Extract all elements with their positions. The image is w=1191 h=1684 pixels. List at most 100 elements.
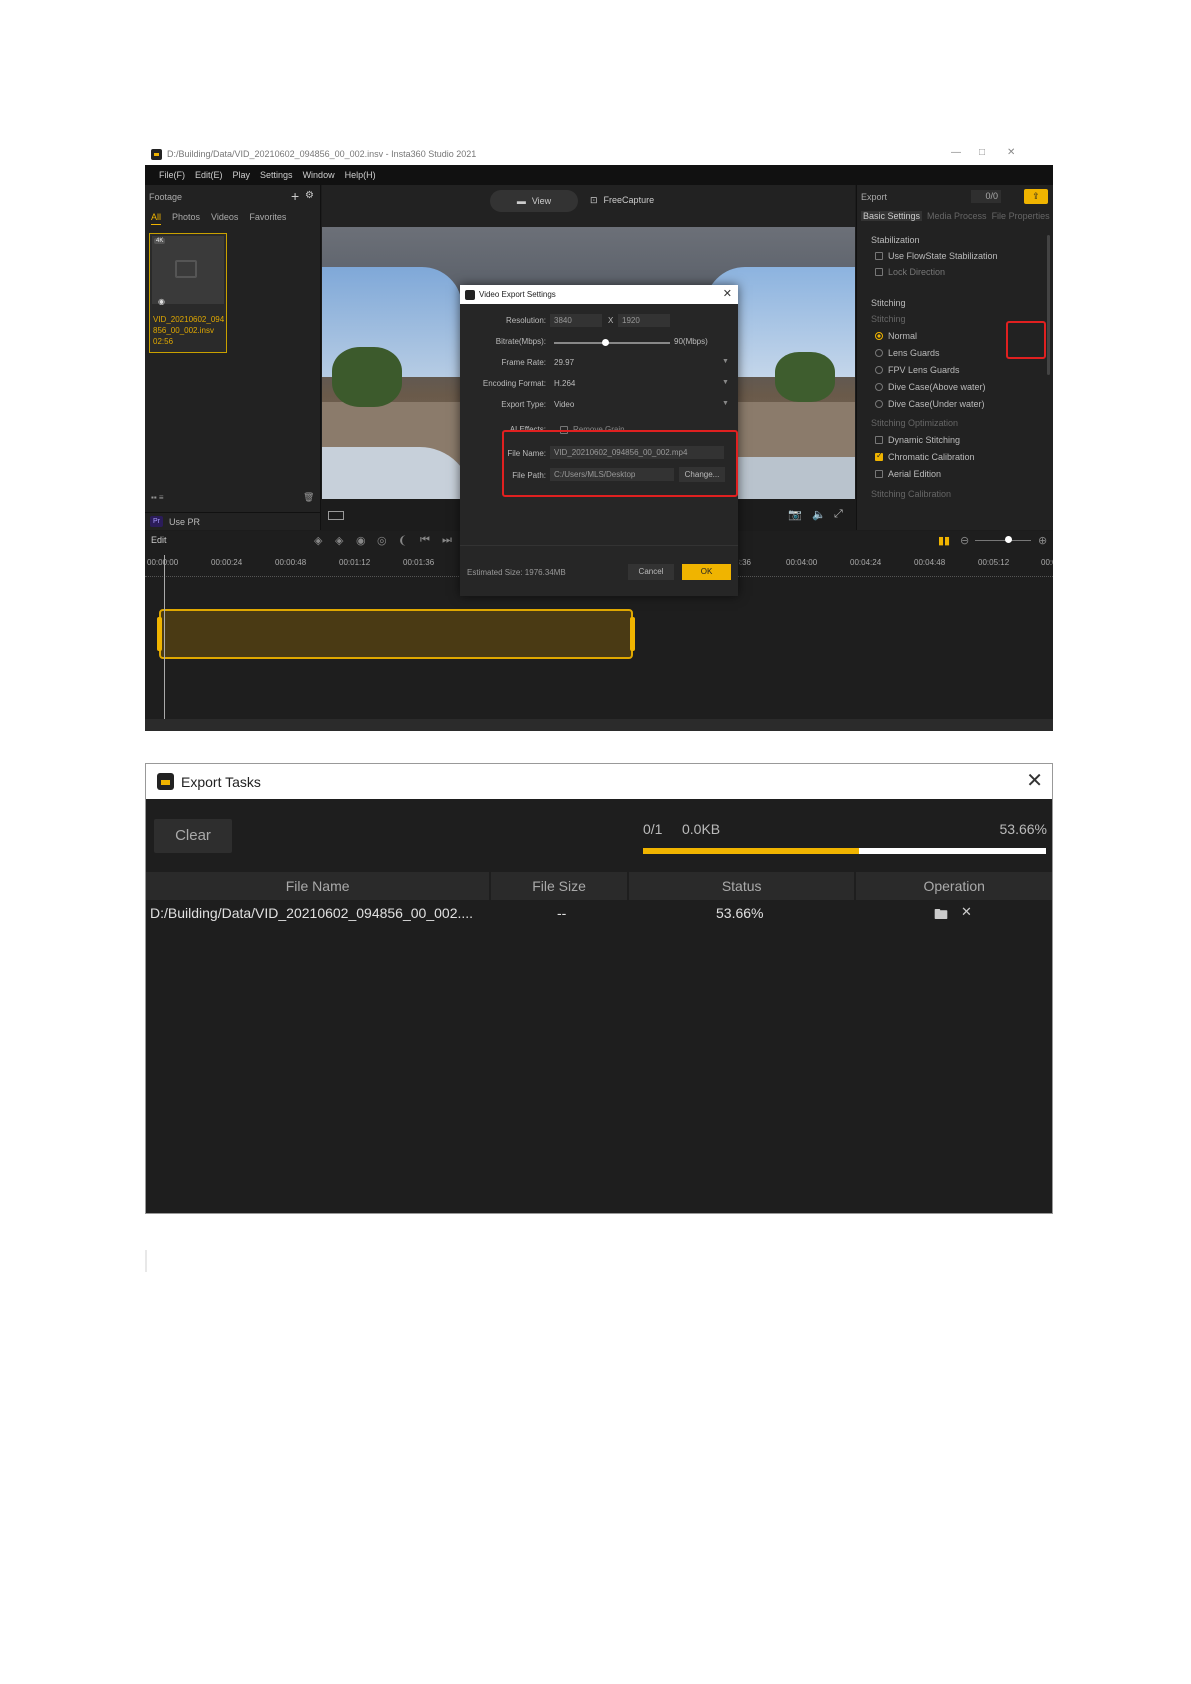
resolution-height-input[interactable]: 1920 [618,314,670,327]
premiere-icon: Pr [150,516,163,527]
export-button[interactable]: ⇪ [1024,189,1048,204]
timeline-clip[interactable] [157,609,635,659]
tab-photos[interactable]: Photos [172,212,200,225]
lock-direction-option[interactable]: Lock Direction [875,267,945,277]
bitrate-value: 90(Mbps) [674,337,708,346]
bitrate-slider[interactable] [554,342,670,344]
trim-icon[interactable]: ❨ [398,534,407,547]
keyframe-icon[interactable]: ◈ [314,534,322,547]
cancel-button[interactable]: Cancel [628,564,674,580]
use-pr-label: Use PR [169,516,201,527]
tab-videos[interactable]: Videos [211,212,238,225]
flowstate-option[interactable]: Use FlowState Stabilization [875,251,998,261]
chevron-down-icon[interactable]: ▼ [722,379,729,386]
menu-edit[interactable]: Edit(E) [195,170,223,180]
filename-highlight-box [502,430,738,497]
clear-button[interactable]: Clear [154,819,232,853]
tab-all[interactable]: All [151,212,162,225]
close-icon[interactable]: ✕ [723,287,732,300]
flowstate-label: Use FlowState Stabilization [888,251,998,261]
use-pr-toggle[interactable]: Pr Use PR [145,512,321,530]
resolution-badge: 4K [154,238,166,244]
zoom-in-icon[interactable]: ⊕ [1038,534,1047,547]
checkbox-icon [875,436,883,444]
zoom-slider-knob[interactable] [1005,536,1012,543]
checkbox-icon [875,470,883,478]
split-icon[interactable]: ▮▮ [938,534,950,547]
add-footage-icon[interactable]: + [291,188,299,204]
aerial-edition-label: Aerial Edition [888,469,942,479]
close-icon[interactable]: ✕ [1026,768,1043,793]
framerate-select[interactable]: 29.97 [554,358,574,367]
image-placeholder-icon [175,260,197,278]
footage-settings-icon[interactable]: ⚙ [305,190,314,201]
progress-bar-fill [643,848,860,854]
playhead[interactable] [164,555,165,719]
menu-help[interactable]: Help(H) [345,170,376,180]
stitching-dive-above-option[interactable]: Dive Case(Above water) [875,382,986,392]
menu-window[interactable]: Window [303,170,335,180]
stitching-normal-label: Normal [888,331,918,341]
menu-play[interactable]: Play [233,170,251,180]
chromatic-calibration-option[interactable]: Chromatic Calibration [875,451,975,462]
speed-icon[interactable]: ◉ [356,534,366,547]
skip-forward-icon[interactable]: ⏭ [442,534,452,547]
dive-above-label: Dive Case(Above water) [888,382,986,392]
open-folder-icon[interactable]: 🖿 [934,904,948,928]
progress-bar [643,848,1046,854]
volume-icon[interactable]: 🔈 [812,508,826,521]
zoom-slider[interactable] [975,540,1031,541]
fullscreen-icon[interactable]: ⤢ [834,508,843,521]
stitching-dive-under-option[interactable]: Dive Case(Under water) [875,399,985,409]
stitching-subtitle: Stitching [871,314,906,324]
snapshot-icon[interactable]: 📷 [788,508,802,521]
timeshift-icon[interactable]: ◎ [377,534,387,547]
view-icon: ▬ [516,196,526,206]
ok-button[interactable]: OK [682,564,731,580]
app-logo-icon [157,773,174,790]
chevron-down-icon[interactable]: ▼ [722,358,729,365]
stitching-fpv-option[interactable]: FPV Lens Guards [875,365,960,375]
checkbox-icon [875,268,883,276]
tab-favorites[interactable]: Favorites [249,212,286,225]
radio-selected-icon [875,332,883,340]
clip-end-handle[interactable] [630,617,635,651]
stitching-lens-guards-option[interactable]: Lens Guards [875,348,940,358]
timeline-scrollbar[interactable] [145,719,1053,731]
chevron-down-icon[interactable]: ▼ [722,400,729,407]
menu-file[interactable]: File(F) [159,170,185,180]
remove-task-icon[interactable]: ✕ [961,904,972,920]
aspect-ratio-icon[interactable] [328,511,344,520]
resolution-width-input[interactable]: 3840 [550,314,602,327]
tab-file-properties[interactable]: File Properties [992,211,1050,221]
dive-under-label: Dive Case(Under water) [888,399,985,409]
clip-start-handle[interactable] [157,617,162,651]
export-counter: 0/0 [971,190,1001,203]
tab-basic-settings[interactable]: Basic Settings [861,211,923,221]
panel-scrollbar[interactable] [1047,235,1050,375]
stitching-normal-option[interactable]: Normal [875,331,917,341]
keyframe-add-icon[interactable]: ◈ [335,534,343,547]
aerial-edition-option[interactable]: Aerial Edition [875,469,941,479]
maximize-icon[interactable]: □ [979,147,985,158]
skip-back-icon[interactable]: ⏮ [420,534,430,547]
trash-icon[interactable]: 🗑 [303,492,314,503]
tab-media-process[interactable]: Media Process [927,211,987,221]
thumbnail-filename-text: VID_20210602_094856_00_002.insv [153,315,225,335]
column-header-operation: Operation [856,872,1052,900]
freecapture-button[interactable]: ⊡ FreeCapture [590,195,654,206]
exporttype-select[interactable]: Video [554,400,574,409]
grid-view-icon[interactable]: ▪▪ ≡ [151,493,164,502]
close-window-icon[interactable]: ✕ [1007,147,1015,158]
minimize-icon[interactable]: — [951,147,961,158]
encoding-select[interactable]: H.264 [554,379,575,388]
resolution-label: Resolution: [505,316,546,325]
view-mode-button[interactable]: ▬ View [490,190,578,212]
menu-settings[interactable]: Settings [260,170,293,180]
footage-thumbnail[interactable]: 4K ◉ VID_20210602_094856_00_002.insv 02:… [149,233,227,353]
footage-title: Footage [149,192,183,202]
bitrate-slider-knob[interactable] [602,339,609,346]
dynamic-stitching-option[interactable]: Dynamic Stitching [875,435,960,445]
zoom-out-icon[interactable]: ⊖ [960,534,969,547]
footage-panel: Footage + ⚙ All Photos Videos Favorites … [145,185,321,530]
